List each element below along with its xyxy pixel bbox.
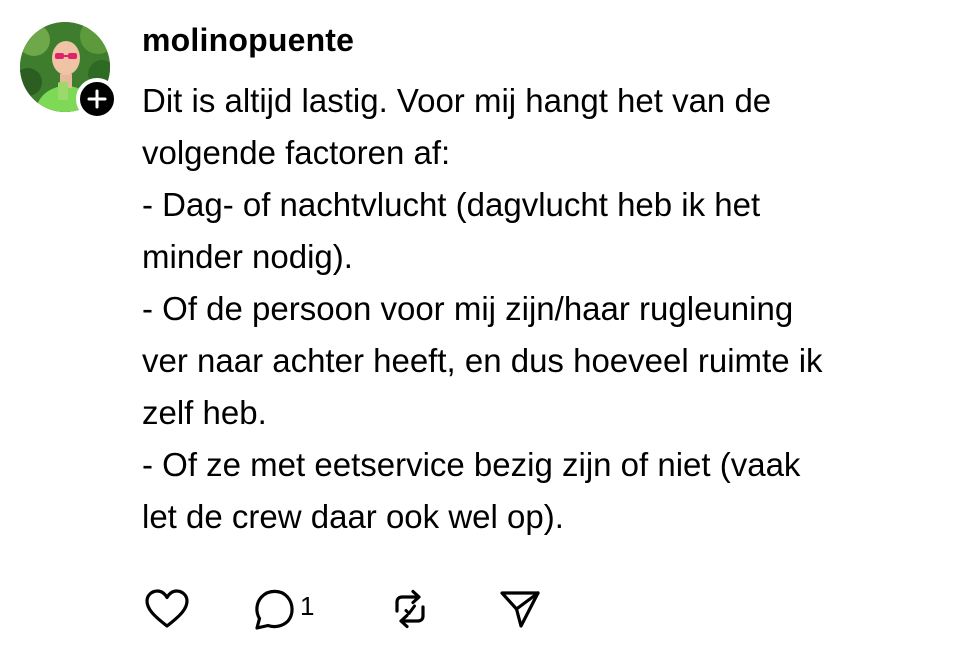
plus-icon [87,89,107,109]
comment-icon [255,589,294,630]
follow-button[interactable] [76,78,118,120]
comment-count: 1 [300,591,315,621]
heart-icon [145,589,189,628]
post-body-line: volgende factoren af: [142,134,451,171]
post-actions: 1 [142,585,562,633]
post-body-line: - Of ze met eetservice bezig zijn of nie… [142,446,801,483]
post-body-line: Dit is altijd lastig. Voor mij hangt het… [142,82,772,119]
send-icon [500,591,540,628]
repost-icon [395,589,425,629]
post-body: Dit is altijd lastig. Voor mij hangt het… [142,75,952,543]
post-body-line: - Dag- of nachtvlucht (dagvlucht heb ik … [142,186,761,223]
post-body-line: ver naar achter heeft, en dus hoeveel ru… [142,342,823,379]
post-body-line: minder nodig). [142,238,353,275]
thread-post: molinopuente Dit is altijd lastig. Voor … [0,0,964,660]
post-body-line: zelf heb. [142,394,267,431]
comment-button[interactable]: 1 [252,585,314,633]
share-button[interactable] [498,585,542,633]
post-body-line: let de crew daar ook wel op). [142,498,564,535]
avatar-container [20,22,118,120]
username[interactable]: molinopuente [142,20,354,60]
repost-button[interactable] [388,585,432,633]
post-body-line: - Of de persoon voor mij zijn/haar rugle… [142,290,794,327]
like-button[interactable] [144,585,190,633]
